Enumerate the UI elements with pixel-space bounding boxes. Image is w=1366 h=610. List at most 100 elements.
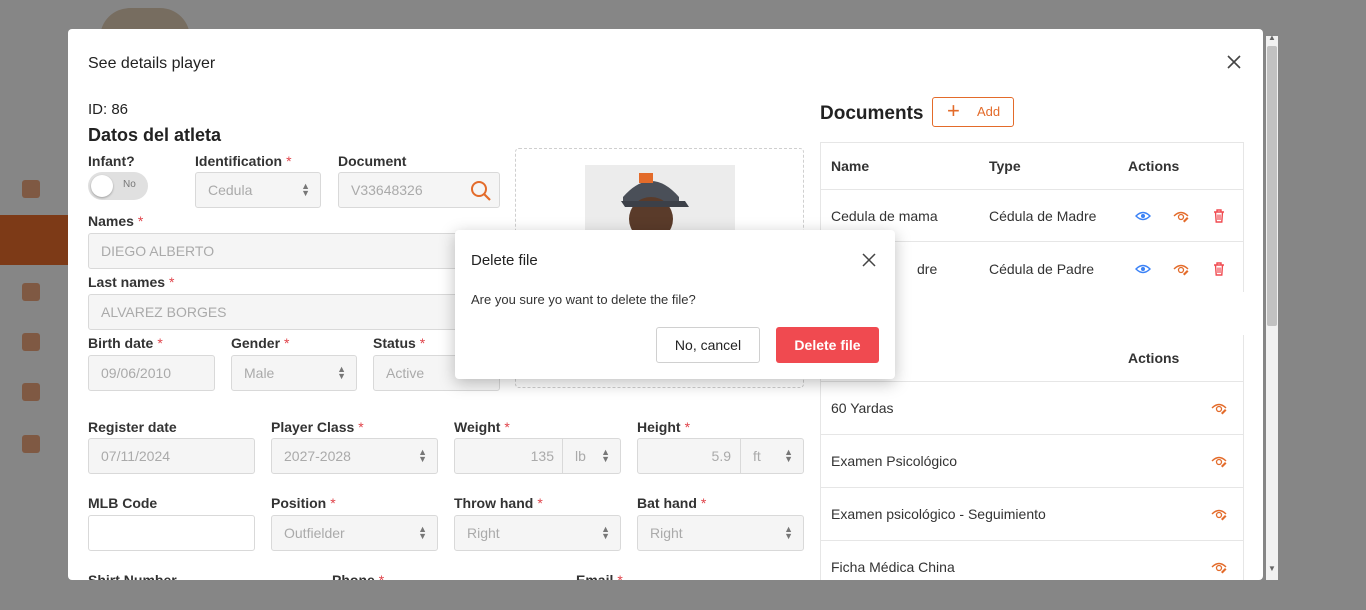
select-arrows-icon: ▲ ▼ [418, 524, 427, 541]
toggle-text: No [123, 179, 136, 190]
test-name: Ficha Médica China [831, 559, 955, 575]
position-select[interactable]: Outfielder ▲ ▼ [271, 515, 438, 551]
register-date-input[interactable]: 07/11/2024 [88, 438, 255, 474]
edit-icon[interactable] [1173, 261, 1189, 277]
select-arrows-icon: ▲ ▼ [784, 524, 793, 541]
test-name: Examen psicológico - Seguimiento [831, 506, 1046, 522]
height-unit: ft [753, 448, 761, 464]
birth-date-value: 09/06/2010 [101, 365, 172, 381]
search-icon[interactable] [470, 180, 492, 202]
modal-title: See details player [88, 55, 216, 72]
status-label: Status * [373, 335, 426, 351]
plus-icon: + [947, 98, 960, 123]
weight-input[interactable]: 135 lb ▲ ▼ [454, 438, 621, 474]
edit-icon[interactable] [1211, 453, 1227, 469]
phone-label: Phone * [332, 572, 385, 580]
height-value: 5.9 [711, 448, 731, 464]
names-value: DIEGO ALBERTO [101, 243, 215, 259]
throw-hand-value: Right [467, 525, 500, 541]
birth-date-label: Birth date * [88, 335, 163, 351]
document-label: Document [338, 153, 407, 169]
weight-value: 135 [530, 448, 554, 464]
dialog-message: Are you sure yo want to delete the file? [471, 292, 696, 307]
height-unit-select[interactable]: ft [740, 439, 773, 473]
add-document-button[interactable]: + Add [932, 97, 1014, 127]
view-icon[interactable] [1135, 261, 1151, 277]
select-arrows-icon: ▲ ▼ [784, 447, 793, 464]
email-label: Email * [576, 572, 623, 580]
bat-hand-select[interactable]: Right ▲ ▼ [637, 515, 804, 551]
document-value: V33648326 [351, 182, 423, 198]
weight-unit-select[interactable]: lb [562, 439, 598, 473]
scrollbar-thumb[interactable] [1267, 46, 1277, 326]
height-label: Height * [637, 419, 691, 435]
bat-hand-label: Bat hand * [637, 495, 707, 511]
throw-hand-select[interactable]: Right ▲ ▼ [454, 515, 621, 551]
delete-file-button[interactable]: Delete file [776, 327, 879, 363]
bat-hand-value: Right [650, 525, 683, 541]
identification-value: Cedula [208, 182, 253, 198]
weight-unit: lb [575, 448, 586, 464]
gender-select[interactable]: Male ▲ ▼ [231, 355, 357, 391]
position-label: Position * [271, 495, 336, 511]
test-name: Examen Psicológico [831, 453, 958, 469]
delete-file-dialog: Delete file Are you sure yo want to dele… [455, 230, 895, 379]
player-class-label: Player Class * [271, 419, 364, 435]
edit-icon[interactable] [1211, 506, 1227, 522]
register-date-label: Register date [88, 419, 177, 435]
trash-icon[interactable] [1211, 261, 1227, 277]
register-date-value: 07/11/2024 [101, 448, 171, 464]
lastnames-input[interactable]: ALVAREZ BORGES [88, 294, 500, 330]
cancel-button[interactable]: No, cancel [656, 327, 760, 363]
weight-label: Weight * [454, 419, 510, 435]
edit-icon[interactable] [1173, 208, 1189, 224]
infant-toggle[interactable]: No [88, 172, 148, 200]
add-button-label: Add [977, 104, 1001, 119]
dialog-title: Delete file [471, 252, 538, 269]
scroll-up-icon[interactable]: ▲ [1268, 33, 1276, 42]
mlb-code-input[interactable] [88, 515, 255, 551]
col-header-type: Type [989, 158, 1021, 174]
identification-select[interactable]: Cedula ▲ ▼ [195, 172, 321, 208]
close-icon[interactable] [861, 252, 877, 268]
shirt-number-label: Shirt Number [88, 572, 177, 580]
select-arrows-icon: ▲ ▼ [601, 447, 610, 464]
select-arrows-icon: ▲ ▼ [301, 181, 310, 198]
infant-label: Infant? [88, 153, 135, 169]
identification-label: Identification * [195, 153, 292, 169]
gender-label: Gender * [231, 335, 290, 351]
names-label: Names * [88, 213, 144, 229]
edit-icon[interactable] [1211, 559, 1227, 575]
mlb-code-label: MLB Code [88, 495, 158, 511]
documents-title: Documents [820, 103, 924, 124]
lastnames-label: Last names * [88, 274, 175, 290]
document-name-visible: dre [917, 261, 938, 277]
select-arrows-icon: ▲ ▼ [418, 447, 427, 464]
test-name: 60 Yardas [831, 400, 894, 416]
scroll-down-icon[interactable]: ▼ [1268, 564, 1276, 573]
throw-hand-label: Throw hand * [454, 495, 543, 511]
col-header-actions: Actions [1128, 350, 1180, 366]
document-name: Cedula de mama [831, 208, 938, 224]
position-value: Outfielder [284, 525, 345, 541]
gender-value: Male [244, 365, 275, 381]
section-title: Datos del atleta [88, 125, 222, 145]
col-header-name: Name [831, 158, 870, 174]
height-input[interactable]: 5.9 ft ▲ ▼ [637, 438, 804, 474]
close-icon[interactable] [1225, 53, 1243, 71]
toggle-knob [91, 175, 113, 197]
document-type: Cédula de Padre [989, 261, 1095, 277]
names-input[interactable]: DIEGO ALBERTO [88, 233, 500, 269]
player-class-select[interactable]: 2027-2028 ▲ ▼ [271, 438, 438, 474]
col-header-actions: Actions [1128, 158, 1180, 174]
view-icon[interactable] [1135, 208, 1151, 224]
trash-icon[interactable] [1211, 208, 1227, 224]
select-arrows-icon: ▲ ▼ [601, 524, 610, 541]
select-arrows-icon: ▲ ▼ [337, 364, 346, 381]
player-id: ID: 86 [88, 101, 129, 118]
lastnames-value: ALVAREZ BORGES [101, 304, 227, 320]
birth-date-input[interactable]: 09/06/2010 [88, 355, 215, 391]
edit-icon[interactable] [1211, 400, 1227, 416]
document-type: Cédula de Madre [989, 208, 1097, 224]
status-value: Active [386, 365, 425, 381]
